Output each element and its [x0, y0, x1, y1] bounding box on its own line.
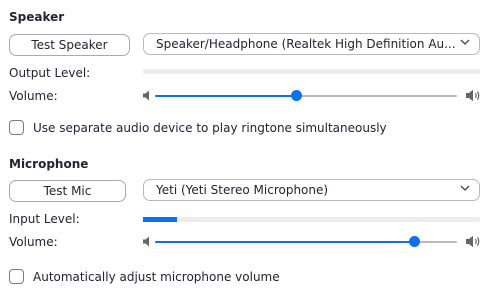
speaker-volume-fill: [155, 95, 297, 97]
separate-device-checkbox[interactable]: [9, 120, 24, 135]
speaker-volume-handle[interactable]: [291, 90, 303, 101]
speaker-device-select[interactable]: Speaker/Headphone (Realtek High Definiti…: [143, 33, 480, 55]
speaker-device-value: Speaker/Headphone (Realtek High Definiti…: [156, 37, 456, 51]
speaker-volume-label: Volume:: [9, 89, 58, 103]
chevron-down-icon: [460, 180, 470, 200]
output-level-label: Output Level:: [9, 66, 91, 80]
separate-device-label[interactable]: Use separate audio device to play ringto…: [33, 121, 387, 135]
speaker-high-icon: [466, 235, 482, 251]
speaker-section-title: Speaker: [9, 10, 65, 24]
speaker-low-icon: [143, 236, 152, 250]
speaker-volume-slider[interactable]: [155, 95, 457, 97]
speaker-high-icon: [466, 89, 482, 105]
microphone-device-value: Yeti (Yeti Stereo Microphone): [156, 183, 329, 197]
microphone-volume-handle[interactable]: [409, 236, 421, 247]
microphone-volume-label: Volume:: [9, 235, 58, 249]
input-level-label: Input Level:: [9, 212, 80, 226]
microphone-volume-fill: [155, 241, 415, 243]
microphone-device-select[interactable]: Yeti (Yeti Stereo Microphone): [143, 179, 480, 201]
chevron-down-icon: [460, 34, 470, 54]
auto-adjust-checkbox[interactable]: [9, 269, 24, 284]
test-speaker-button[interactable]: Test Speaker: [9, 34, 130, 56]
auto-adjust-label[interactable]: Automatically adjust microphone volume: [33, 270, 280, 284]
input-level-meter: [143, 217, 480, 222]
speaker-low-icon: [143, 90, 152, 104]
output-level-meter: [143, 69, 480, 74]
test-mic-button[interactable]: Test Mic: [9, 180, 126, 202]
input-level-fill: [143, 217, 177, 222]
microphone-section-title: Microphone: [9, 157, 89, 171]
